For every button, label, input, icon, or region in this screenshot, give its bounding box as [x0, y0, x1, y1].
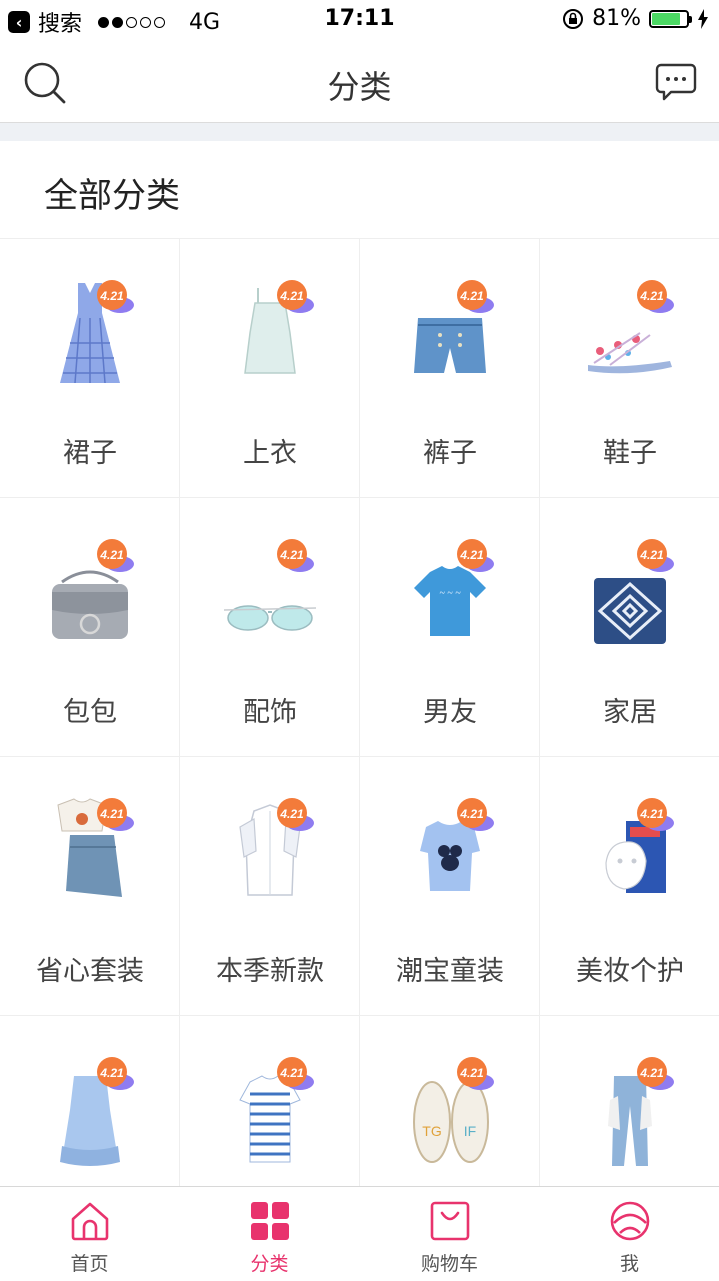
tab-label: 购物车	[420, 1253, 478, 1275]
category-cell-bag[interactable]: 4.21 包包	[0, 498, 180, 757]
promo-badge-icon: 4.21	[277, 1057, 314, 1090]
promo-badge-icon: 4.21	[637, 280, 674, 313]
category-label: 鞋子	[603, 438, 657, 469]
svg-text:4.21: 4.21	[279, 807, 304, 821]
status-right: 81%	[562, 6, 709, 31]
svg-text:4.21: 4.21	[279, 1066, 304, 1080]
tab-label: 我	[619, 1253, 639, 1275]
svg-text:4.21: 4.21	[459, 289, 484, 303]
svg-text:~ ~ ~: ~ ~ ~	[439, 588, 461, 599]
category-cell-beauty[interactable]: 4.21 美妆个护	[540, 757, 719, 1016]
tab-profile[interactable]: 我	[540, 1187, 719, 1281]
category-cell-shoes[interactable]: 4.21 鞋子	[540, 239, 719, 498]
category-label: 省心套装	[36, 956, 144, 987]
promo-badge-icon: 4.21	[277, 539, 314, 572]
promo-badge-icon: 4.21	[97, 798, 134, 831]
svg-text:4.21: 4.21	[459, 807, 484, 821]
category-cell-boyfriend[interactable]: ~ ~ ~ 4.21 男友	[360, 498, 540, 757]
promo-badge-icon: 4.21	[97, 1057, 134, 1090]
promo-badge-icon: 4.21	[457, 798, 494, 831]
category-cell-espadrilles[interactable]: TG IF 4.21	[360, 1016, 540, 1187]
promo-badge-icon: 4.21	[637, 539, 674, 572]
section-title: 全部分类	[44, 176, 180, 216]
profile-icon	[610, 1201, 650, 1241]
svg-text:IF: IF	[464, 1123, 476, 1139]
promo-badge-icon: 4.21	[637, 1057, 674, 1090]
category-label: 美妆个护	[576, 956, 684, 987]
tab-label: 首页	[70, 1253, 109, 1275]
category-label: 裤子	[423, 438, 477, 469]
tab-cart[interactable]: 购物车	[360, 1187, 539, 1281]
category-cell-top[interactable]: 4.21 上衣	[180, 239, 360, 498]
rotation-lock-icon	[563, 8, 584, 29]
promo-badge-icon: 4.21	[457, 280, 494, 313]
cart-icon	[430, 1201, 470, 1241]
category-cell-jeans[interactable]: 4.21	[540, 1016, 719, 1187]
svg-text:4.21: 4.21	[639, 1066, 664, 1080]
svg-text:4.21: 4.21	[99, 289, 124, 303]
category-cell-outfit-set[interactable]: 4.21 省心套装	[0, 757, 180, 1016]
page-title: 分类	[327, 68, 392, 106]
category-cell-home[interactable]: 4.21 家居	[540, 498, 719, 757]
promo-badge-icon: 4.21	[277, 280, 314, 313]
category-cell-new-season[interactable]: 4.21 本季新款	[180, 757, 360, 1016]
category-cell-accessories[interactable]: 4.21 配饰	[180, 498, 360, 757]
svg-text:4.21: 4.21	[99, 807, 124, 821]
category-grid: 4.21 裙子 4.21 上衣 4.21 裤子 4.21 鞋子 4.21 包包 …	[0, 238, 719, 1187]
promo-badge-icon: 4.21	[637, 798, 674, 831]
promo-badge-icon: 4.21	[457, 1057, 494, 1090]
category-label: 家居	[603, 697, 657, 728]
category-label: 包包	[63, 697, 117, 728]
svg-text:4.21: 4.21	[279, 548, 304, 562]
status-bar: ‹ 搜索 4G 17:11 81%	[0, 0, 719, 40]
tab-bar: 首页 分类 购物车 我	[0, 1186, 719, 1281]
nav-bar: 分类	[0, 40, 719, 123]
promo-badge-icon: 4.21	[457, 539, 494, 572]
promo-badge-icon: 4.21	[97, 280, 134, 313]
svg-text:4.21: 4.21	[639, 289, 664, 303]
svg-text:4.21: 4.21	[639, 548, 664, 562]
battery-percent: 81%	[592, 6, 641, 31]
svg-text:4.21: 4.21	[459, 548, 484, 562]
category-cell-blue-dress[interactable]: 4.21	[0, 1016, 180, 1187]
svg-text:TG: TG	[422, 1123, 441, 1139]
tab-label: 分类	[250, 1253, 289, 1275]
svg-text:4.21: 4.21	[99, 548, 124, 562]
section-divider	[0, 123, 719, 141]
svg-text:4.21: 4.21	[99, 1066, 124, 1080]
battery-icon	[649, 9, 692, 28]
category-label: 男友	[423, 697, 477, 728]
category-label: 潮宝童装	[396, 956, 504, 987]
home-icon	[71, 1202, 109, 1241]
category-cell-kids[interactable]: 4.21 潮宝童装	[360, 757, 540, 1016]
svg-text:4.21: 4.21	[639, 807, 664, 821]
svg-text:4.21: 4.21	[459, 1066, 484, 1080]
message-icon[interactable]	[655, 62, 697, 102]
category-label: 配饰	[243, 697, 297, 728]
category-cell-pants[interactable]: 4.21 裤子	[360, 239, 540, 498]
tab-home[interactable]: 首页	[0, 1187, 179, 1281]
category-label: 上衣	[243, 438, 297, 469]
promo-badge-icon: 4.21	[277, 798, 314, 831]
category-label: 裙子	[63, 438, 117, 469]
tab-category[interactable]: 分类	[180, 1187, 359, 1281]
svg-text:4.21: 4.21	[279, 289, 304, 303]
promo-badge-icon: 4.21	[97, 539, 134, 572]
charging-icon	[698, 8, 708, 29]
category-cell-dress[interactable]: 4.21 裙子	[0, 239, 180, 498]
category-icon	[251, 1202, 289, 1240]
category-label: 本季新款	[216, 956, 324, 987]
category-cell-striped-tee[interactable]: 4.21	[180, 1016, 360, 1187]
